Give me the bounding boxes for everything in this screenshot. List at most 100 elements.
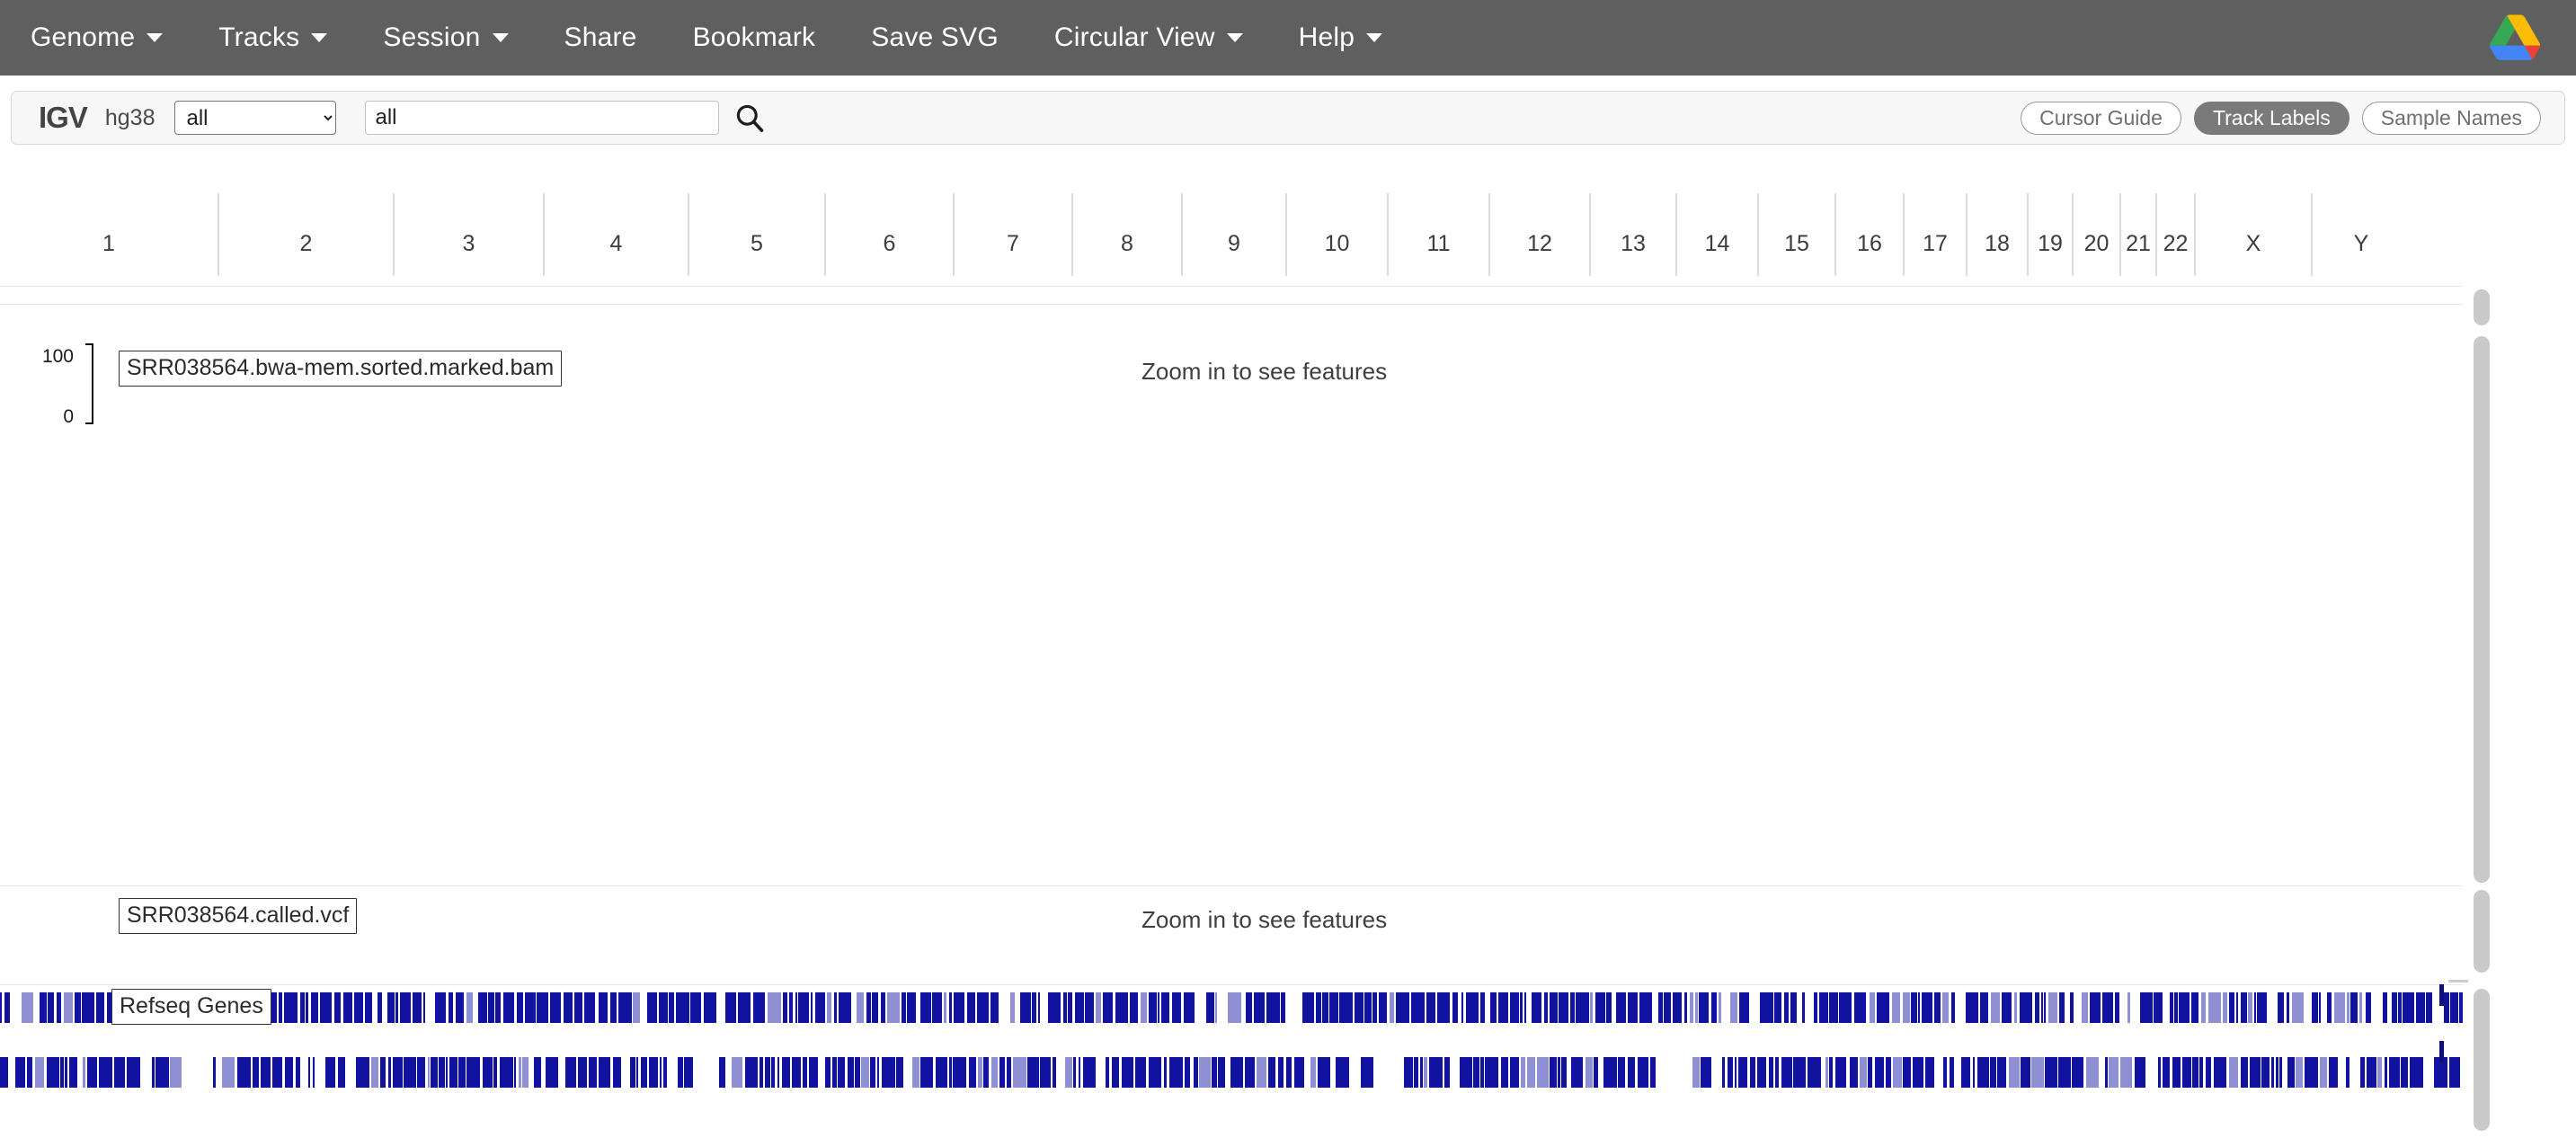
gene-feature[interactable] — [1336, 1057, 1349, 1088]
gene-feature[interactable] — [618, 992, 632, 1023]
gene-feature[interactable] — [1576, 992, 1589, 1023]
gene-feature[interactable] — [413, 992, 422, 1023]
gene-feature[interactable] — [1757, 1057, 1766, 1088]
gene-feature[interactable] — [313, 1057, 315, 1088]
gene-feature[interactable] — [1372, 992, 1377, 1023]
gene-feature[interactable] — [1310, 1057, 1316, 1088]
gene-feature[interactable] — [1266, 992, 1280, 1023]
menu-tracks[interactable]: Tracks — [218, 24, 328, 51]
gene-feature[interactable] — [237, 1057, 251, 1088]
gene-feature[interactable] — [834, 992, 837, 1023]
gene-feature[interactable] — [2401, 1057, 2408, 1088]
gene-feature[interactable] — [1322, 992, 1328, 1023]
gene-feature[interactable] — [1808, 1057, 1821, 1088]
gene-feature[interactable] — [2208, 992, 2221, 1023]
gene-feature[interactable] — [1980, 992, 1988, 1023]
gene-feature[interactable] — [388, 1057, 391, 1088]
gene-feature[interactable] — [792, 1057, 801, 1088]
gene-feature[interactable] — [2105, 1057, 2108, 1088]
gene-feature[interactable] — [1638, 1057, 1648, 1088]
gene-feature[interactable] — [1281, 992, 1285, 1023]
gene-feature[interactable] — [2241, 992, 2247, 1023]
gene-feature[interactable] — [1825, 1057, 1828, 1088]
chromosome-cell-6[interactable]: 6 — [824, 193, 953, 276]
gene-feature[interactable] — [517, 992, 523, 1023]
gene-feature[interactable] — [1339, 992, 1353, 1023]
gene-feature[interactable] — [969, 1057, 976, 1088]
gene-feature[interactable] — [659, 992, 668, 1023]
gene-feature[interactable] — [768, 992, 781, 1023]
gene-feature[interactable] — [641, 1057, 647, 1088]
gene-feature[interactable] — [1286, 1057, 1292, 1088]
gene-feature[interactable] — [789, 992, 793, 1023]
gene-feature[interactable] — [857, 992, 864, 1023]
gene-feature[interactable] — [1122, 1057, 1133, 1088]
gene-feature[interactable] — [456, 992, 464, 1023]
gene-feature[interactable] — [599, 992, 608, 1023]
gene-feature[interactable] — [759, 1057, 763, 1088]
gene-feature[interactable] — [525, 992, 536, 1023]
gene-feature[interactable] — [1473, 1057, 1479, 1088]
gene-feature[interactable] — [2292, 992, 2304, 1023]
chromosome-cell-4[interactable]: 4 — [543, 193, 688, 276]
gene-feature[interactable] — [809, 1057, 818, 1088]
gene-feature[interactable] — [1527, 1057, 1535, 1088]
gene-feature[interactable] — [493, 1057, 497, 1088]
gene-feature[interactable] — [2439, 1041, 2444, 1062]
gene-feature[interactable] — [1135, 1057, 1146, 1088]
gene-feature[interactable] — [1814, 992, 1817, 1023]
panel-resize-handle[interactable] — [2448, 980, 2468, 982]
gene-feature[interactable] — [2350, 992, 2358, 1023]
gene-feature[interactable] — [15, 1057, 25, 1088]
gene-feature[interactable] — [1460, 1057, 1472, 1088]
gene-feature[interactable] — [2070, 992, 2074, 1023]
gene-feature[interactable] — [2347, 992, 2349, 1023]
gene-feature[interactable] — [866, 992, 871, 1023]
gene-feature[interactable] — [1829, 992, 1838, 1023]
gene-feature[interactable] — [676, 992, 689, 1023]
gene-feature[interactable] — [1361, 1057, 1373, 1088]
gene-feature[interactable] — [1735, 1057, 1737, 1088]
gene-feature[interactable] — [1485, 1057, 1498, 1088]
gene-feature[interactable] — [2135, 1057, 2145, 1088]
gene-feature[interactable] — [1521, 1057, 1525, 1088]
gene-feature[interactable] — [1942, 992, 1949, 1023]
gene-feature[interactable] — [114, 1057, 125, 1088]
gene-feature[interactable] — [1532, 992, 1541, 1023]
gene-feature[interactable] — [380, 1057, 386, 1088]
gene-feature[interactable] — [949, 1057, 952, 1088]
gene-feature[interactable] — [1329, 992, 1338, 1023]
gene-feature[interactable] — [395, 992, 398, 1023]
gene-feature[interactable] — [82, 992, 94, 1023]
gene-feature[interactable] — [2229, 1057, 2238, 1088]
gene-feature[interactable] — [1893, 1057, 1902, 1088]
gene-feature[interactable] — [2163, 1057, 2170, 1088]
gene-feature[interactable] — [1925, 1057, 1934, 1088]
gene-feature[interactable] — [1437, 992, 1450, 1023]
gene-feature[interactable] — [1501, 1057, 1508, 1088]
gene-feature[interactable] — [1990, 1057, 1996, 1088]
gene-feature[interactable] — [1603, 1057, 1617, 1088]
gene-feature[interactable] — [1268, 1057, 1275, 1088]
gene-feature[interactable] — [2223, 992, 2227, 1023]
gene-feature[interactable] — [1913, 1057, 1923, 1088]
gene-feature[interactable] — [466, 992, 473, 1023]
gene-feature[interactable] — [732, 1057, 742, 1088]
gene-feature[interactable] — [2385, 1057, 2387, 1088]
gene-feature[interactable] — [1480, 992, 1485, 1023]
gene-feature[interactable] — [798, 992, 809, 1023]
gene-feature[interactable] — [1594, 1057, 1598, 1088]
gene-feature[interactable] — [1498, 992, 1508, 1023]
gene-feature[interactable] — [954, 992, 964, 1023]
gene-feature[interactable] — [1414, 1057, 1418, 1088]
gene-feature[interactable] — [495, 992, 501, 1023]
gene-feature[interactable] — [1073, 1057, 1076, 1088]
gene-feature[interactable] — [1991, 992, 2000, 1023]
gene-feature[interactable] — [647, 992, 657, 1023]
gene-feature[interactable] — [1510, 992, 1519, 1023]
gene-feature[interactable] — [2191, 992, 2198, 1023]
gene-feature[interactable] — [2182, 1057, 2191, 1088]
gene-feature[interactable] — [64, 992, 73, 1023]
menu-session[interactable]: Session — [383, 24, 509, 51]
gene-feature[interactable] — [1364, 992, 1372, 1023]
